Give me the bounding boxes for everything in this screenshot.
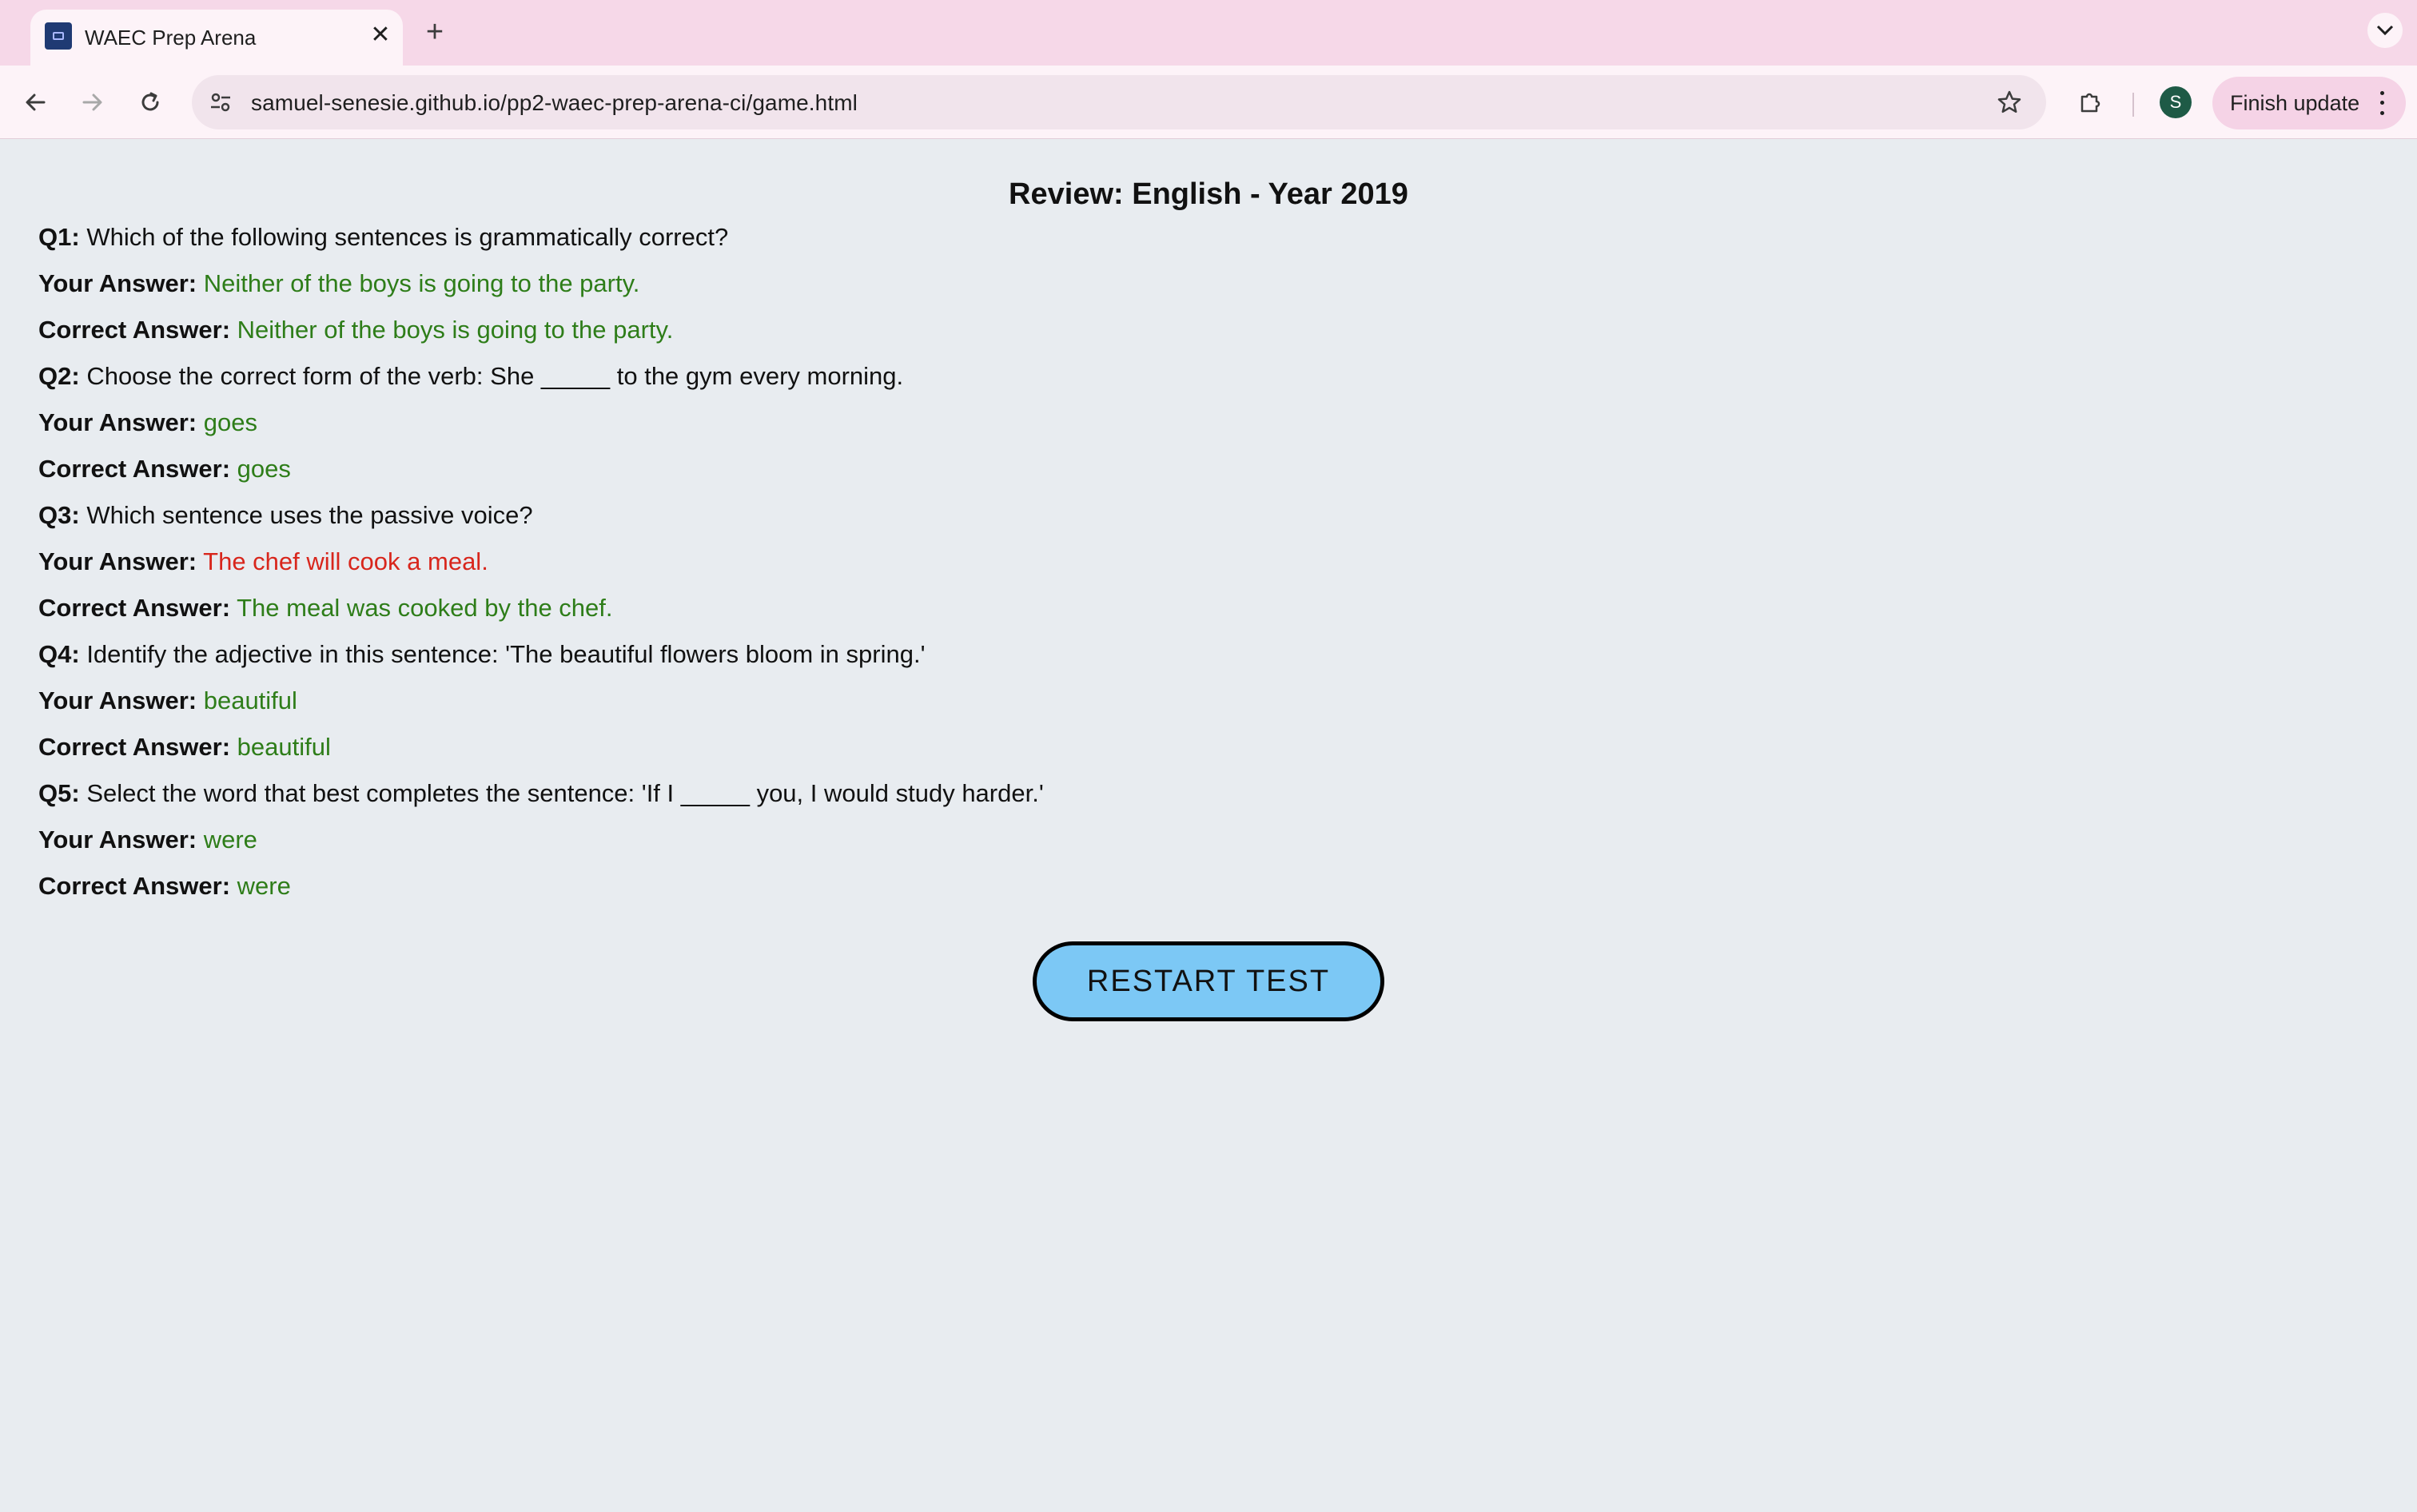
- correct-answer-1: Correct Answer: Neither of the boys is g…: [38, 307, 2276, 353]
- extensions-puzzle-icon[interactable]: [2073, 85, 2108, 120]
- correct-answer-label: Correct Answer:: [38, 455, 231, 483]
- question-5: Q5: Select the word that best completes …: [38, 770, 2276, 817]
- correct-answer-label: Correct Answer:: [38, 594, 231, 622]
- more-options-icon[interactable]: [2372, 88, 2391, 118]
- site-favicon-icon: [45, 22, 72, 50]
- your-answer-value: goes: [203, 408, 257, 436]
- question-number: Q4:: [38, 640, 80, 668]
- question-number: Q5:: [38, 779, 80, 807]
- address-bar[interactable]: samuel-senesie.github.io/pp2-waec-prep-a…: [192, 75, 2046, 129]
- correct-answer-value: were: [237, 872, 291, 900]
- your-answer-label: Your Answer:: [38, 408, 197, 436]
- your-answer-5: Your Answer: were: [38, 817, 2276, 863]
- tab-strip: WAEC Prep Arena ✕ +: [0, 0, 2417, 66]
- question-number: Q3:: [38, 501, 80, 529]
- question-2: Q2: Choose the correct form of the verb:…: [38, 353, 2276, 400]
- question-text: Which sentence uses the passive voice?: [86, 501, 533, 529]
- restart-test-button[interactable]: RESTART TEST: [1033, 941, 1384, 1021]
- question-4: Q4: Identify the adjective in this sente…: [38, 631, 2276, 678]
- question-number: Q2:: [38, 362, 80, 390]
- correct-answer-label: Correct Answer:: [38, 316, 231, 344]
- site-settings-icon[interactable]: [205, 86, 237, 118]
- correct-answer-value: goes: [237, 455, 291, 483]
- your-answer-value: Neither of the boys is going to the part…: [203, 269, 640, 297]
- your-answer-value: were: [203, 826, 257, 853]
- page-content: Review: English - Year 2019 Q1: Which of…: [0, 139, 2417, 1512]
- finish-update-label: Finish update: [2230, 91, 2360, 115]
- correct-answer-5: Correct Answer: were: [38, 863, 2276, 909]
- back-arrow-icon[interactable]: [18, 85, 53, 120]
- question-1: Q1: Which of the following sentences is …: [38, 214, 2276, 261]
- your-answer-label: Your Answer:: [38, 547, 197, 575]
- correct-answer-value: Neither of the boys is going to the part…: [237, 316, 674, 344]
- tab-title: WAEC Prep Arena: [85, 26, 257, 50]
- url-text[interactable]: samuel-senesie.github.io/pp2-waec-prep-a…: [251, 90, 858, 116]
- bookmark-star-icon[interactable]: [1992, 85, 2027, 120]
- reload-icon[interactable]: [133, 85, 168, 120]
- your-answer-label: Your Answer:: [38, 686, 197, 714]
- your-answer-value-incorrect: The chef will cook a meal.: [203, 547, 488, 575]
- question-text: Select the word that best completes the …: [86, 779, 1044, 807]
- finish-update-button[interactable]: Finish update: [2212, 77, 2406, 129]
- close-tab-icon[interactable]: ✕: [364, 19, 396, 51]
- your-answer-value: beautiful: [203, 686, 297, 714]
- correct-answer-4: Correct Answer: beautiful: [38, 724, 2276, 770]
- correct-answer-value: The meal was cooked by the chef.: [237, 594, 613, 622]
- profile-avatar[interactable]: S: [2160, 86, 2192, 118]
- review-title: Review: English - Year 2019: [1009, 177, 1408, 211]
- correct-answer-3: Correct Answer: The meal was cooked by t…: [38, 585, 2276, 631]
- question-number: Q1:: [38, 223, 80, 251]
- tab-search-chevron-down-icon[interactable]: [2367, 13, 2403, 48]
- your-answer-4: Your Answer: beautiful: [38, 678, 2276, 724]
- your-answer-3: Your Answer: The chef will cook a meal.: [38, 539, 2276, 585]
- question-text: Which of the following sentences is gram…: [86, 223, 729, 251]
- new-tab-button[interactable]: +: [419, 16, 451, 48]
- question-3: Q3: Which sentence uses the passive voic…: [38, 492, 2276, 539]
- question-text: Identify the adjective in this sentence:…: [86, 640, 926, 668]
- your-answer-1: Your Answer: Neither of the boys is goin…: [38, 261, 2276, 307]
- correct-answer-2: Correct Answer: goes: [38, 446, 2276, 492]
- forward-arrow-icon[interactable]: [75, 85, 110, 120]
- question-text: Choose the correct form of the verb: She…: [86, 362, 904, 390]
- your-answer-label: Your Answer:: [38, 826, 197, 853]
- your-answer-label: Your Answer:: [38, 269, 197, 297]
- correct-answer-value: beautiful: [237, 733, 331, 761]
- your-answer-2: Your Answer: goes: [38, 400, 2276, 446]
- correct-answer-label: Correct Answer:: [38, 733, 231, 761]
- review-list: Q1: Which of the following sentences is …: [38, 214, 2276, 909]
- browser-toolbar: samuel-senesie.github.io/pp2-waec-prep-a…: [0, 66, 2417, 139]
- correct-answer-label: Correct Answer:: [38, 872, 231, 900]
- toolbar-divider: [2132, 93, 2134, 117]
- browser-tab[interactable]: WAEC Prep Arena ✕: [30, 10, 403, 66]
